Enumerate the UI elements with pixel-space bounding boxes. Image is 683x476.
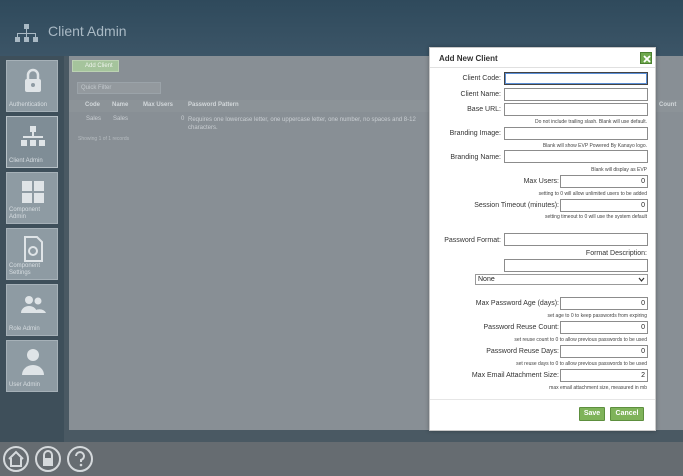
divider xyxy=(430,67,655,68)
password-reuse-count-input[interactable] xyxy=(560,321,648,334)
password-reuse-count-label: Password Reuse Count: xyxy=(483,324,559,331)
org-chart-icon xyxy=(21,126,45,146)
sidebar-item-label: Component Admin xyxy=(9,207,41,220)
records-count: Showing 1 of 1 records xyxy=(78,136,130,142)
users-icon xyxy=(21,296,46,313)
max-password-age-hint: set age to 0 to keep passwords from expi… xyxy=(547,313,648,319)
cell-max-users: 0 xyxy=(181,116,185,122)
settings-doc-icon xyxy=(24,236,43,262)
org-chart-icon xyxy=(15,24,38,42)
sidebar-item-role-admin[interactable]: Role Admin xyxy=(6,284,58,336)
session-timeout-input[interactable] xyxy=(560,199,648,212)
branding-name-hint: Blank will display as EVP xyxy=(591,167,647,173)
client-code-input[interactable] xyxy=(504,72,648,85)
password-preset-select[interactable]: None xyxy=(475,274,648,285)
client-name-input[interactable] xyxy=(504,88,648,101)
session-timeout-label: Session Timeout (minutes): xyxy=(474,202,559,209)
save-button[interactable]: Save xyxy=(579,407,605,421)
page-title: Client Admin xyxy=(48,23,127,39)
max-email-attachment-input[interactable] xyxy=(560,369,648,382)
max-password-age-input[interactable] xyxy=(560,297,648,310)
quick-filter-placeholder: Quick Filter xyxy=(81,85,112,91)
column-header-password-pattern[interactable]: Password Pattern xyxy=(188,102,239,108)
dialog-title: Add New Client xyxy=(439,54,498,63)
lock-button[interactable] xyxy=(35,446,61,472)
sidebar-item-client-admin[interactable]: Client Admin xyxy=(6,116,58,168)
sidebar: Authentication Client Admin Component Ad… xyxy=(0,56,64,442)
client-code-label: Client Code: xyxy=(462,75,501,82)
close-button[interactable] xyxy=(640,52,652,64)
chevron-down-icon xyxy=(638,277,645,282)
add-client-button[interactable]: Add Client xyxy=(72,60,119,72)
max-password-age-label: Max Password Age (days): xyxy=(475,300,559,307)
column-header-name[interactable]: Name xyxy=(112,102,128,108)
cell-password-pattern: Requires one lowercase letter, one upper… xyxy=(188,117,416,131)
home-button[interactable] xyxy=(3,446,29,472)
password-format-input[interactable] xyxy=(504,233,648,246)
max-users-hint: setting to 0 will allow unlimited users … xyxy=(538,191,647,197)
cancel-button[interactable]: Cancel xyxy=(610,407,644,421)
base-url-hint: Do not include trailing slash. Blank wil… xyxy=(534,119,647,125)
lock-icon xyxy=(25,68,41,92)
password-reuse-days-label: Password Reuse Days: xyxy=(486,348,559,355)
max-users-label: Max Users: xyxy=(523,178,559,185)
close-icon xyxy=(643,55,651,63)
sidebar-item-label: Client Admin xyxy=(9,158,43,164)
password-reuse-count-hint: set reuse count to 0 to allow previous p… xyxy=(514,337,647,343)
add-client-label: Add Client xyxy=(85,63,113,69)
client-name-label: Client Name: xyxy=(460,91,501,98)
quick-filter-input[interactable]: Quick Filter xyxy=(77,82,161,94)
max-users-input[interactable] xyxy=(560,175,648,188)
question-icon xyxy=(75,451,85,467)
branding-image-input[interactable] xyxy=(504,127,648,140)
lock-icon xyxy=(43,450,53,466)
base-url-input[interactable] xyxy=(504,103,648,116)
bottom-toolbar xyxy=(0,442,683,476)
sidebar-item-label: Component Settings xyxy=(9,263,41,276)
sidebar-item-label: Role Admin xyxy=(9,326,40,332)
preset-selected-value: None xyxy=(478,276,495,283)
user-icon xyxy=(22,349,44,375)
session-timeout-hint: setting timeout to 0 will use the system… xyxy=(545,214,647,220)
sidebar-item-component-admin[interactable]: Component Admin xyxy=(6,172,58,224)
branding-name-label: Branding Name: xyxy=(450,154,501,161)
sidebar-item-label: Authentication xyxy=(9,102,48,108)
branding-name-input[interactable] xyxy=(504,150,648,163)
sidebar-item-label: User Admin xyxy=(9,382,41,388)
cell-code: Sales xyxy=(86,116,102,122)
help-button[interactable] xyxy=(67,446,93,472)
cell-name: Sales xyxy=(113,116,129,122)
max-email-attachment-hint: max email attachment size, measured in m… xyxy=(549,385,647,391)
password-reuse-days-hint: set reuse days to 0 to allow previous pa… xyxy=(516,361,647,367)
column-header-count[interactable]: Count xyxy=(659,102,676,108)
sidebar-item-user-admin[interactable]: User Admin xyxy=(6,340,58,392)
branding-image-label: Branding Image: xyxy=(449,130,501,137)
branding-image-hint: Blank will show EVP Powered By Kanayo lo… xyxy=(542,143,647,149)
format-description-input[interactable] xyxy=(504,259,648,272)
divider xyxy=(430,399,655,400)
column-header-code[interactable]: Code xyxy=(85,102,100,108)
format-description-label: Format Description: xyxy=(585,250,647,257)
password-reuse-days-input[interactable] xyxy=(560,345,648,358)
sidebar-item-component-settings[interactable]: Component Settings xyxy=(6,228,58,280)
home-icon xyxy=(8,450,24,467)
password-format-label: Password Format: xyxy=(444,237,501,244)
sidebar-item-authentication[interactable]: Authentication xyxy=(6,60,58,112)
add-client-dialog: Add New Client Client Code: Client Name:… xyxy=(429,47,656,431)
max-email-attachment-label: Max Email Attachment Size: xyxy=(471,372,559,379)
base-url-label: Base URL: xyxy=(467,106,501,113)
column-header-max-users[interactable]: Max Users xyxy=(143,102,173,108)
grid-icon xyxy=(22,181,44,203)
